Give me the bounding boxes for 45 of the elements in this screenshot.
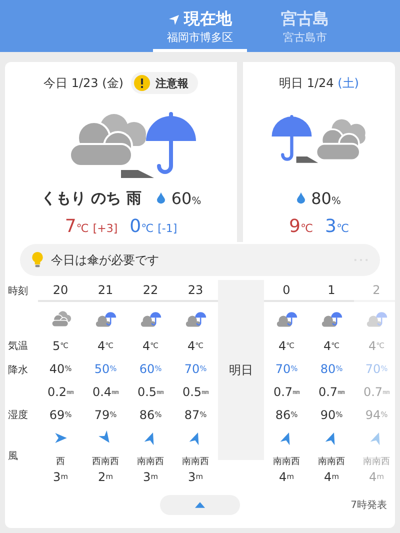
collapse-button[interactable] [160, 495, 240, 515]
cloud-umbrella-icon [320, 310, 342, 326]
row-label: 湿度 [7, 408, 29, 422]
low-temp: 0℃ [130, 216, 154, 237]
alert-badge[interactable]: 注意報 [131, 72, 198, 94]
raindrop-icon [157, 192, 166, 204]
caret-up-icon [195, 502, 205, 508]
wind-arrow-icon [54, 433, 66, 443]
row-label: 時刻 [7, 284, 29, 298]
precip-chance: 60% [171, 188, 202, 208]
date-label: 明日 1/24 (土) [279, 74, 359, 92]
wind-direction: 西 [55, 456, 66, 468]
high-temp-diff: [+3] [92, 222, 118, 235]
issued-time: 7時発表 [350, 498, 387, 512]
wind-direction: 南南西 [272, 456, 301, 468]
row-label: 降水 [7, 364, 29, 377]
tip-bar[interactable]: 今日は傘が必要です [20, 244, 380, 276]
wind-direction: 西南西 [91, 456, 120, 468]
day-divider-label: 明日 [229, 362, 253, 378]
row-label: 風 [7, 450, 19, 462]
location-arrow-icon [168, 14, 180, 26]
wind-direction: 南南西 [317, 456, 346, 468]
wind-direction: 南南西 [362, 456, 391, 468]
high-temp: 7℃ [64, 216, 89, 237]
wind-direction: 南南西 [181, 456, 210, 468]
cloud-umbrella-icon [276, 310, 298, 326]
cloud-umbrella-icon [184, 310, 206, 326]
condition-text: くもり のち 雨 [40, 188, 142, 208]
cloud-umbrella-icon [140, 310, 162, 326]
wind-direction: 南南西 [136, 456, 165, 468]
hour-label: 2 [354, 280, 395, 302]
high-temp: 9℃ [289, 216, 313, 237]
cloud-umbrella-icon [94, 310, 116, 326]
lightbulb-icon [32, 252, 43, 268]
warning-icon [134, 75, 150, 91]
tip-text: 今日は傘が必要です [51, 252, 160, 268]
raindrop-icon [297, 192, 306, 204]
cloud-umbrella-icon [366, 310, 388, 326]
low-temp: 3℃ [325, 216, 349, 237]
hour-label: 1 [309, 280, 354, 302]
date-label: 今日 1/23 (金) [44, 74, 124, 92]
cloud-icon [50, 310, 72, 326]
row-label: 気温 [7, 340, 29, 352]
precip-chance: 80% [311, 188, 341, 208]
low-temp-diff: [-1] [158, 222, 178, 235]
